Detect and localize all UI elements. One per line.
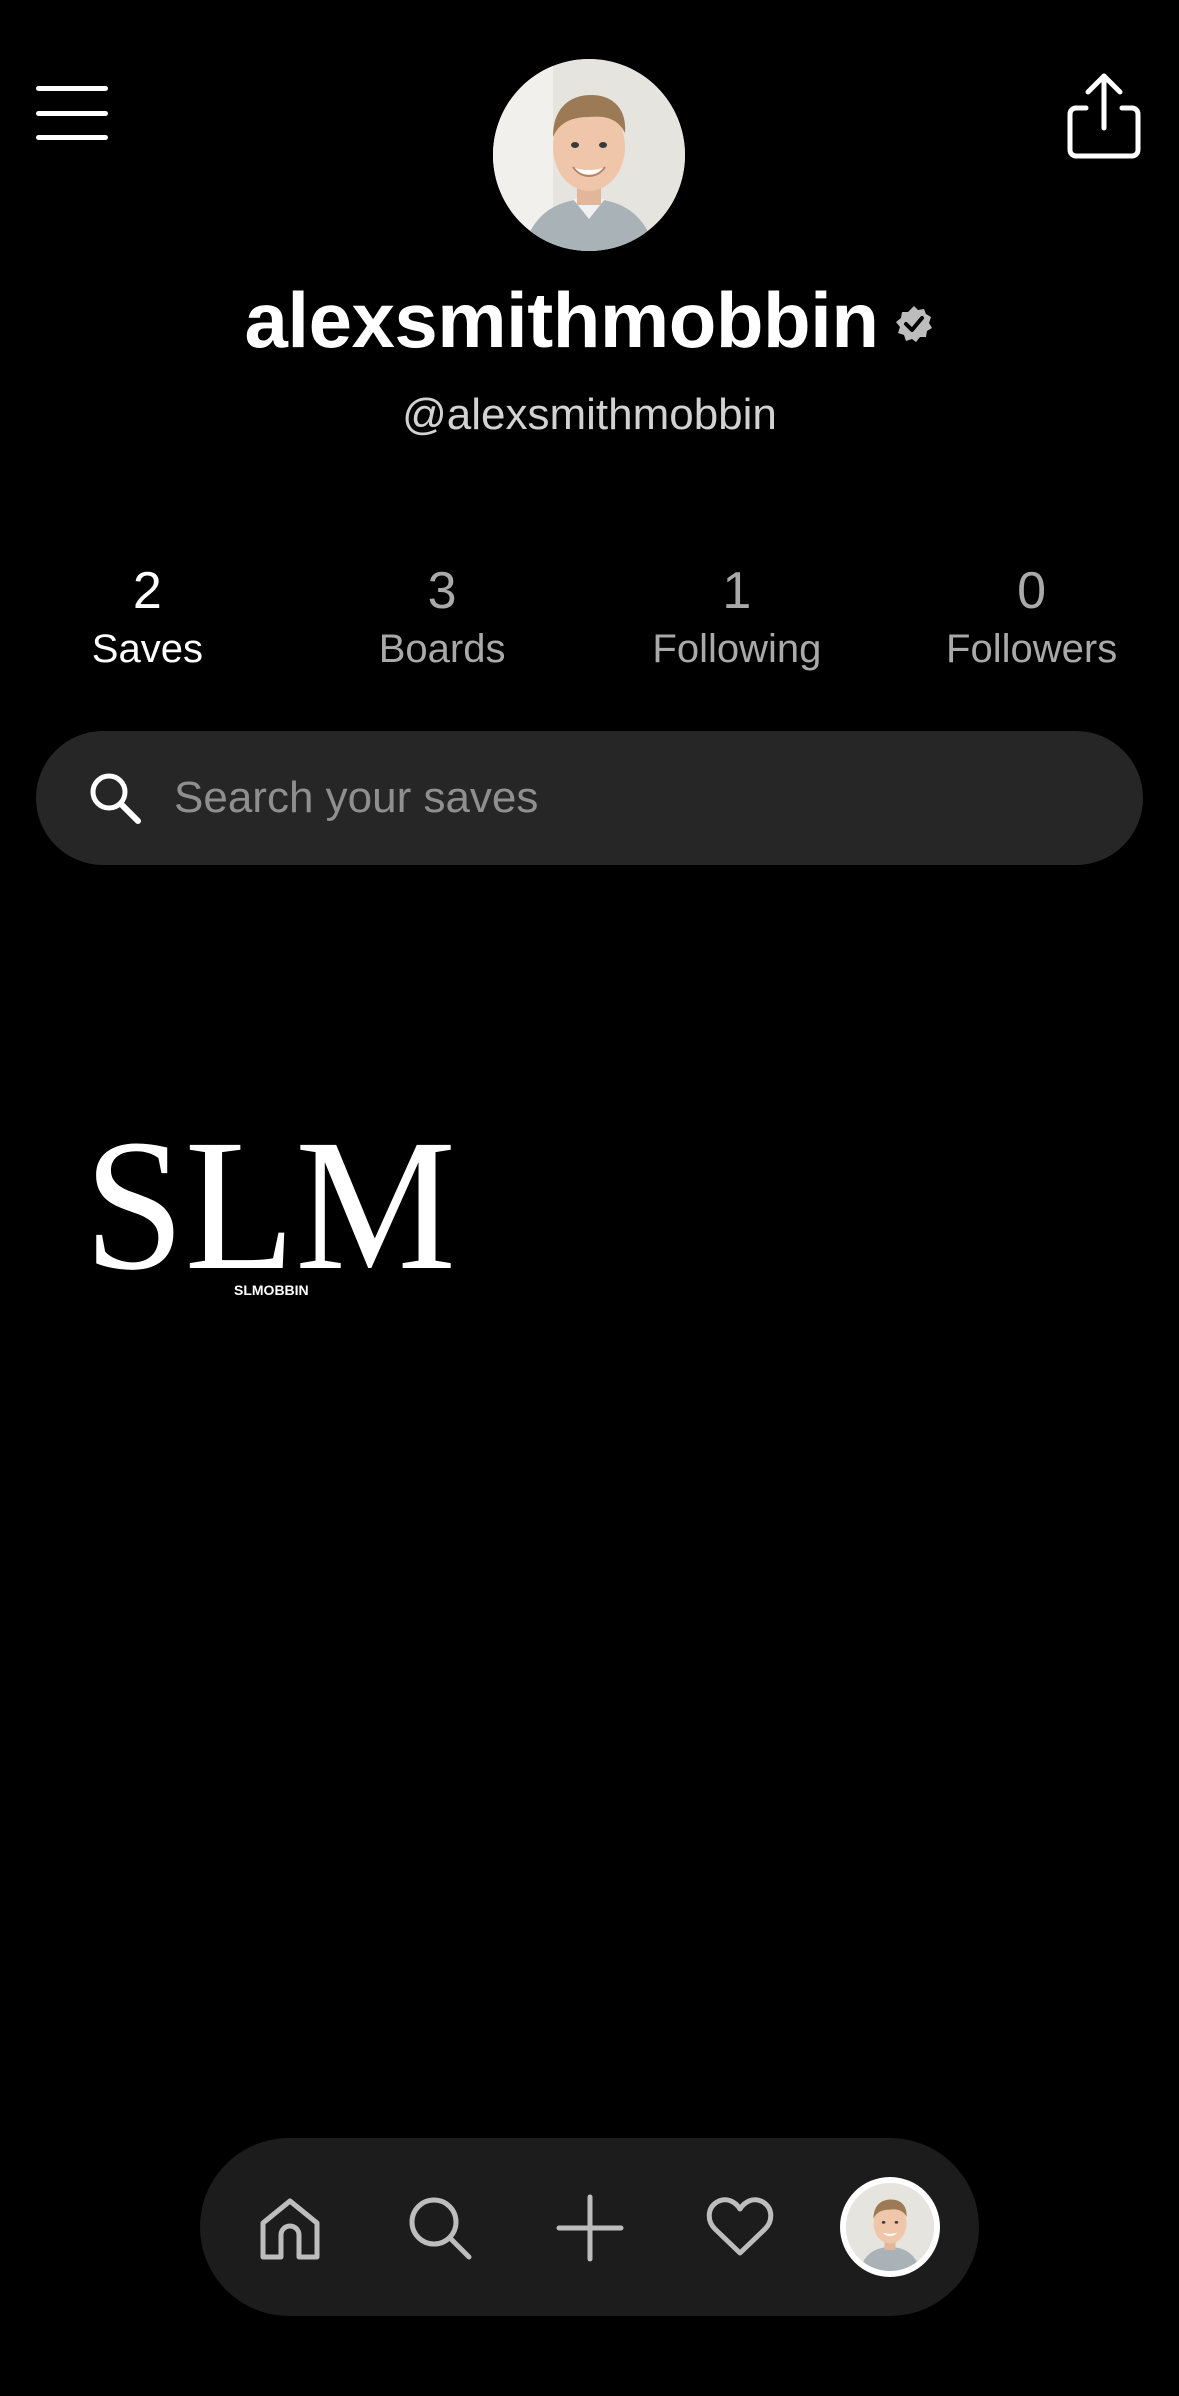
slm-logo-subtext: SLMOBBIN	[234, 1282, 309, 1298]
menu-button[interactable]	[30, 80, 114, 146]
hamburger-line	[36, 86, 108, 91]
home-icon	[260, 2198, 320, 2260]
nav-home[interactable]	[240, 2178, 340, 2278]
search-bar[interactable]	[36, 731, 1143, 865]
share-icon	[1067, 73, 1141, 159]
stat-value: 2	[132, 562, 162, 620]
bottom-nav	[200, 2138, 979, 2316]
saved-pin[interactable]: SLM SLMOBBIN	[70, 1090, 470, 1310]
stat-saves[interactable]: 2 Saves	[0, 560, 295, 690]
heart-icon	[706, 2197, 774, 2256]
stat-value: 3	[427, 562, 457, 620]
plus-icon	[556, 2194, 624, 2262]
stat-label: Boards	[378, 627, 506, 671]
avatar	[846, 2183, 934, 2271]
stat-label: Followers	[946, 627, 1118, 671]
stat-followers[interactable]: 0 Followers	[884, 560, 1179, 690]
search-icon	[90, 773, 141, 824]
hamburger-line	[36, 110, 108, 116]
display-name-row: alexsmithmobbin	[0, 270, 1179, 370]
stat-label: Saves	[91, 627, 203, 671]
avatar-photo	[846, 2183, 934, 2271]
profile-avatar[interactable]	[493, 59, 685, 251]
verified-badge-icon	[896, 306, 933, 342]
stat-boards[interactable]: 3 Boards	[295, 560, 590, 690]
search-icon	[409, 2197, 472, 2260]
profile-stats: 2 Saves 3 Boards 1 Following 0 Followers	[0, 560, 1179, 690]
nav-notifications[interactable]	[690, 2178, 790, 2278]
nav-search[interactable]	[390, 2178, 490, 2278]
stat-value: 0	[1017, 562, 1047, 620]
search-input[interactable]	[172, 772, 1076, 824]
stat-value: 1	[722, 562, 752, 620]
nav-profile[interactable]	[840, 2177, 940, 2277]
share-button[interactable]	[1062, 70, 1146, 160]
slm-logo-text: SLM	[84, 1100, 456, 1309]
stat-label: Following	[652, 627, 822, 671]
nav-create[interactable]	[540, 2178, 640, 2278]
stat-following[interactable]: 1 Following	[590, 560, 885, 690]
profile-handle: @alexsmithmobbin	[402, 390, 777, 439]
avatar-photo	[493, 59, 685, 251]
hamburger-line	[36, 135, 108, 140]
slm-logo: SLM SLMOBBIN	[84, 1100, 456, 1309]
display-name: alexsmithmobbin	[244, 275, 879, 364]
